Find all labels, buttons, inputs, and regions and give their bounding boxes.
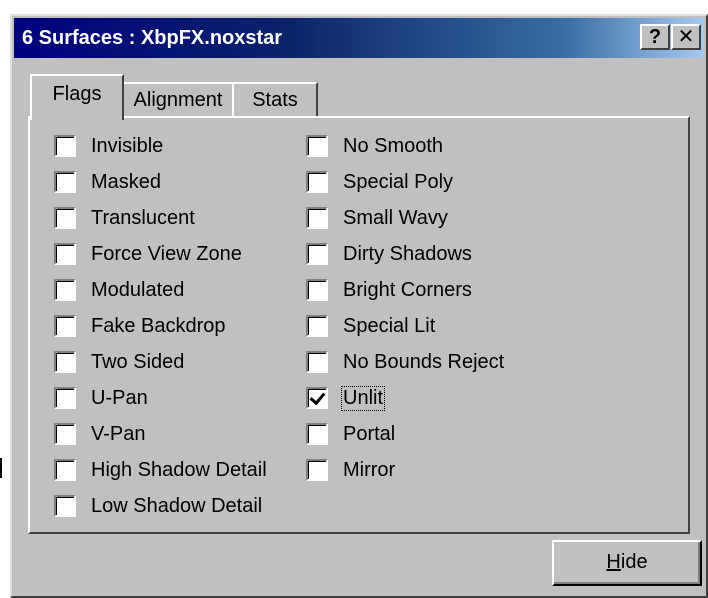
flags-right-column: No Smooth Special Poly Small Wavy Dirty Sha…: [306, 128, 505, 488]
flag-invisible-checkbox[interactable]: [54, 135, 76, 157]
flag-dirty-shadows-row[interactable]: Dirty Shadows: [306, 236, 505, 272]
help-button[interactable]: ?: [640, 24, 670, 50]
flag-u-pan-row[interactable]: U-Pan: [54, 380, 268, 416]
flag-fake-backdrop-checkbox[interactable]: [54, 315, 76, 337]
flag-special-poly-row[interactable]: Special Poly: [306, 164, 505, 200]
flag-high-shadow-detail-checkbox[interactable]: [54, 459, 76, 481]
flag-high-shadow-detail-row[interactable]: High Shadow Detail: [54, 452, 268, 488]
flag-portal-row[interactable]: Portal: [306, 416, 505, 452]
flag-small-wavy-row[interactable]: Small Wavy: [306, 200, 505, 236]
flag-low-shadow-detail-label: Low Shadow Detail: [91, 494, 263, 517]
title-bar[interactable]: 6 Surfaces : XbpFX.noxstar ? ✕: [14, 18, 704, 58]
flag-unlit-checkbox[interactable]: [306, 387, 328, 409]
flag-v-pan-label: V-Pan: [91, 422, 146, 445]
flag-no-smooth-checkbox[interactable]: [306, 135, 328, 157]
flag-masked-row[interactable]: Masked: [54, 164, 268, 200]
flag-special-poly-label: Special Poly: [343, 170, 454, 193]
flag-invisible-row[interactable]: Invisible: [54, 128, 268, 164]
flags-panel: Invisible Masked Translucent Force View Zon…: [28, 116, 690, 534]
flag-portal-checkbox[interactable]: [306, 423, 328, 445]
flag-translucent-checkbox[interactable]: [54, 207, 76, 229]
flag-no-bounds-reject-label: No Bounds Reject: [343, 350, 505, 373]
flag-masked-checkbox[interactable]: [54, 171, 76, 193]
flag-high-shadow-detail-label: High Shadow Detail: [91, 458, 267, 481]
flags-left-column: Invisible Masked Translucent Force View Zon…: [54, 128, 268, 524]
flag-modulated-checkbox[interactable]: [54, 279, 76, 301]
edge-mark: [0, 458, 2, 478]
flag-two-sided-label: Two Sided: [91, 350, 185, 373]
flag-special-lit-row[interactable]: Special Lit: [306, 308, 505, 344]
flag-special-lit-label: Special Lit: [343, 314, 436, 337]
flag-mirror-label: Mirror: [343, 458, 396, 481]
flag-no-bounds-reject-checkbox[interactable]: [306, 351, 328, 373]
flag-dirty-shadows-checkbox[interactable]: [306, 243, 328, 265]
flag-v-pan-checkbox[interactable]: [54, 423, 76, 445]
flag-bright-corners-checkbox[interactable]: [306, 279, 328, 301]
flag-two-sided-checkbox[interactable]: [54, 351, 76, 373]
flag-portal-label: Portal: [343, 422, 396, 445]
flag-force-view-zone-checkbox[interactable]: [54, 243, 76, 265]
flag-force-view-zone-label: Force View Zone: [91, 242, 242, 265]
flag-translucent-row[interactable]: Translucent: [54, 200, 268, 236]
flag-masked-label: Masked: [91, 170, 162, 193]
flag-mirror-row[interactable]: Mirror: [306, 452, 505, 488]
tab-alignment[interactable]: Alignment: [122, 82, 234, 118]
flag-low-shadow-detail-row[interactable]: Low Shadow Detail: [54, 488, 268, 524]
flag-u-pan-label: U-Pan: [91, 386, 148, 409]
flag-two-sided-row[interactable]: Two Sided: [54, 344, 268, 380]
flag-translucent-label: Translucent: [91, 206, 195, 229]
flag-modulated-label: Modulated: [91, 278, 185, 301]
flag-special-lit-checkbox[interactable]: [306, 315, 328, 337]
tab-stats[interactable]: Stats: [232, 82, 318, 118]
flag-bright-corners-row[interactable]: Bright Corners: [306, 272, 505, 308]
hide-button-label: ide: [620, 551, 648, 573]
flag-u-pan-checkbox[interactable]: [54, 387, 76, 409]
flag-small-wavy-checkbox[interactable]: [306, 207, 328, 229]
flag-no-smooth-row[interactable]: No Smooth: [306, 128, 505, 164]
close-icon: ✕: [677, 26, 695, 48]
flag-force-view-zone-row[interactable]: Force View Zone: [54, 236, 268, 272]
flag-bright-corners-label: Bright Corners: [343, 278, 472, 301]
flag-v-pan-row[interactable]: V-Pan: [54, 416, 268, 452]
hide-button-accel: H: [606, 551, 621, 573]
flag-small-wavy-label: Small Wavy: [343, 206, 448, 229]
flag-modulated-row[interactable]: Modulated: [54, 272, 268, 308]
flag-no-bounds-reject-row[interactable]: No Bounds Reject: [306, 344, 505, 380]
surfaces-dialog: 6 Surfaces : XbpFX.noxstar ? ✕ Flags Ali…: [10, 14, 708, 598]
tab-flags[interactable]: Flags: [30, 74, 124, 120]
flag-mirror-checkbox[interactable]: [306, 459, 328, 481]
flag-unlit-row[interactable]: Unlit: [306, 380, 505, 416]
flag-unlit-label: Unlit: [340, 385, 386, 411]
flag-low-shadow-detail-checkbox[interactable]: [54, 495, 76, 517]
flag-dirty-shadows-label: Dirty Shadows: [343, 242, 472, 265]
window-title: 6 Surfaces : XbpFX.noxstar: [22, 27, 283, 49]
flag-fake-backdrop-row[interactable]: Fake Backdrop: [54, 308, 268, 344]
flag-fake-backdrop-label: Fake Backdrop: [91, 314, 226, 337]
flag-special-poly-checkbox[interactable]: [306, 171, 328, 193]
hide-button[interactable]: Hide: [552, 540, 702, 586]
flag-no-smooth-label: No Smooth: [343, 134, 444, 157]
close-button[interactable]: ✕: [671, 24, 701, 50]
flag-invisible-label: Invisible: [91, 134, 164, 157]
